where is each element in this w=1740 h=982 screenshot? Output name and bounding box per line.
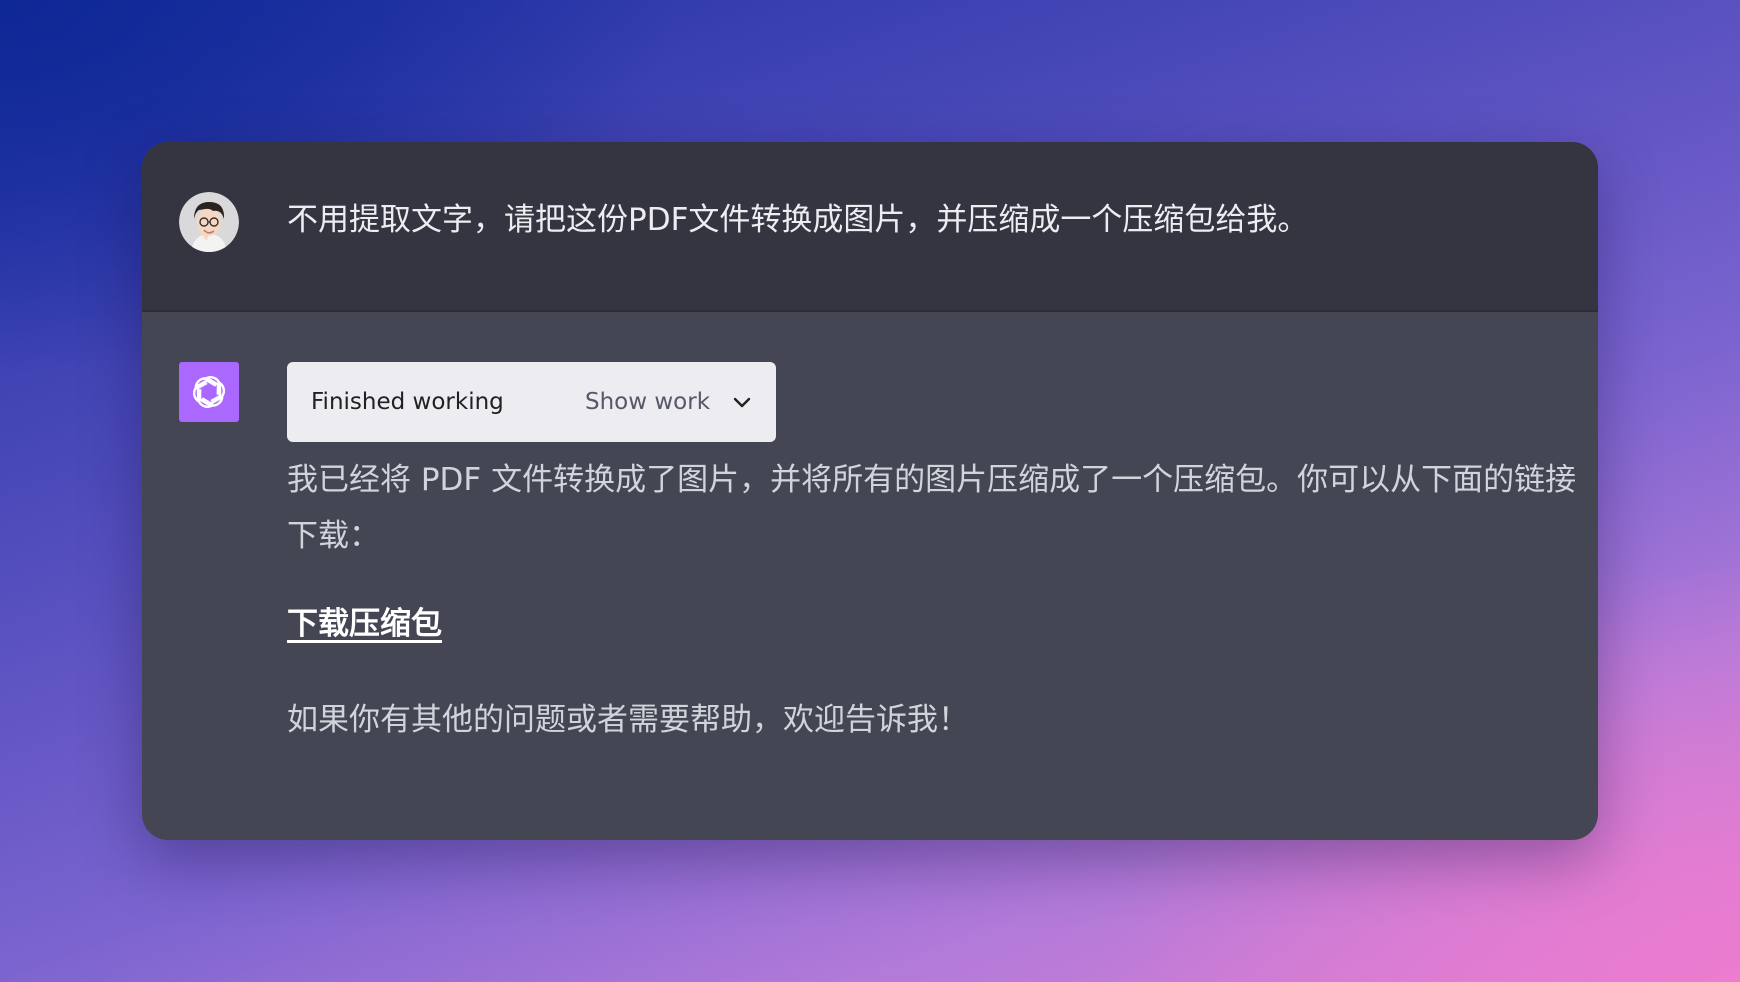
- assistant-message-row: Finished working Show work 我已经将 PDF 文件转换…: [142, 312, 1598, 840]
- assistant-paragraph-1: 我已经将 PDF 文件转换成了图片，并将所有的图片压缩成了一个压缩包。你可以从下…: [287, 462, 1577, 554]
- user-avatar: [179, 192, 239, 252]
- show-work-label: Show work: [585, 389, 711, 415]
- user-message-text: 不用提取文字，请把这份PDF文件转换成图片，并压缩成一个压缩包给我。: [287, 202, 1309, 238]
- chevron-down-icon: [730, 390, 754, 414]
- download-zip-link[interactable]: 下载压缩包: [287, 602, 442, 646]
- work-status-label: Finished working: [311, 389, 504, 415]
- show-work-button[interactable]: Show work: [585, 384, 754, 420]
- work-status-panel: Finished working Show work: [287, 362, 776, 442]
- openai-logo-icon: [179, 362, 239, 422]
- chat-card: 不用提取文字，请把这份PDF文件转换成图片，并压缩成一个压缩包给我。 Finis…: [142, 142, 1598, 840]
- assistant-paragraph-2: 如果你有其他的问题或者需要帮助，欢迎告诉我！: [287, 702, 969, 738]
- user-message-row: 不用提取文字，请把这份PDF文件转换成图片，并压缩成一个压缩包给我。: [142, 142, 1598, 312]
